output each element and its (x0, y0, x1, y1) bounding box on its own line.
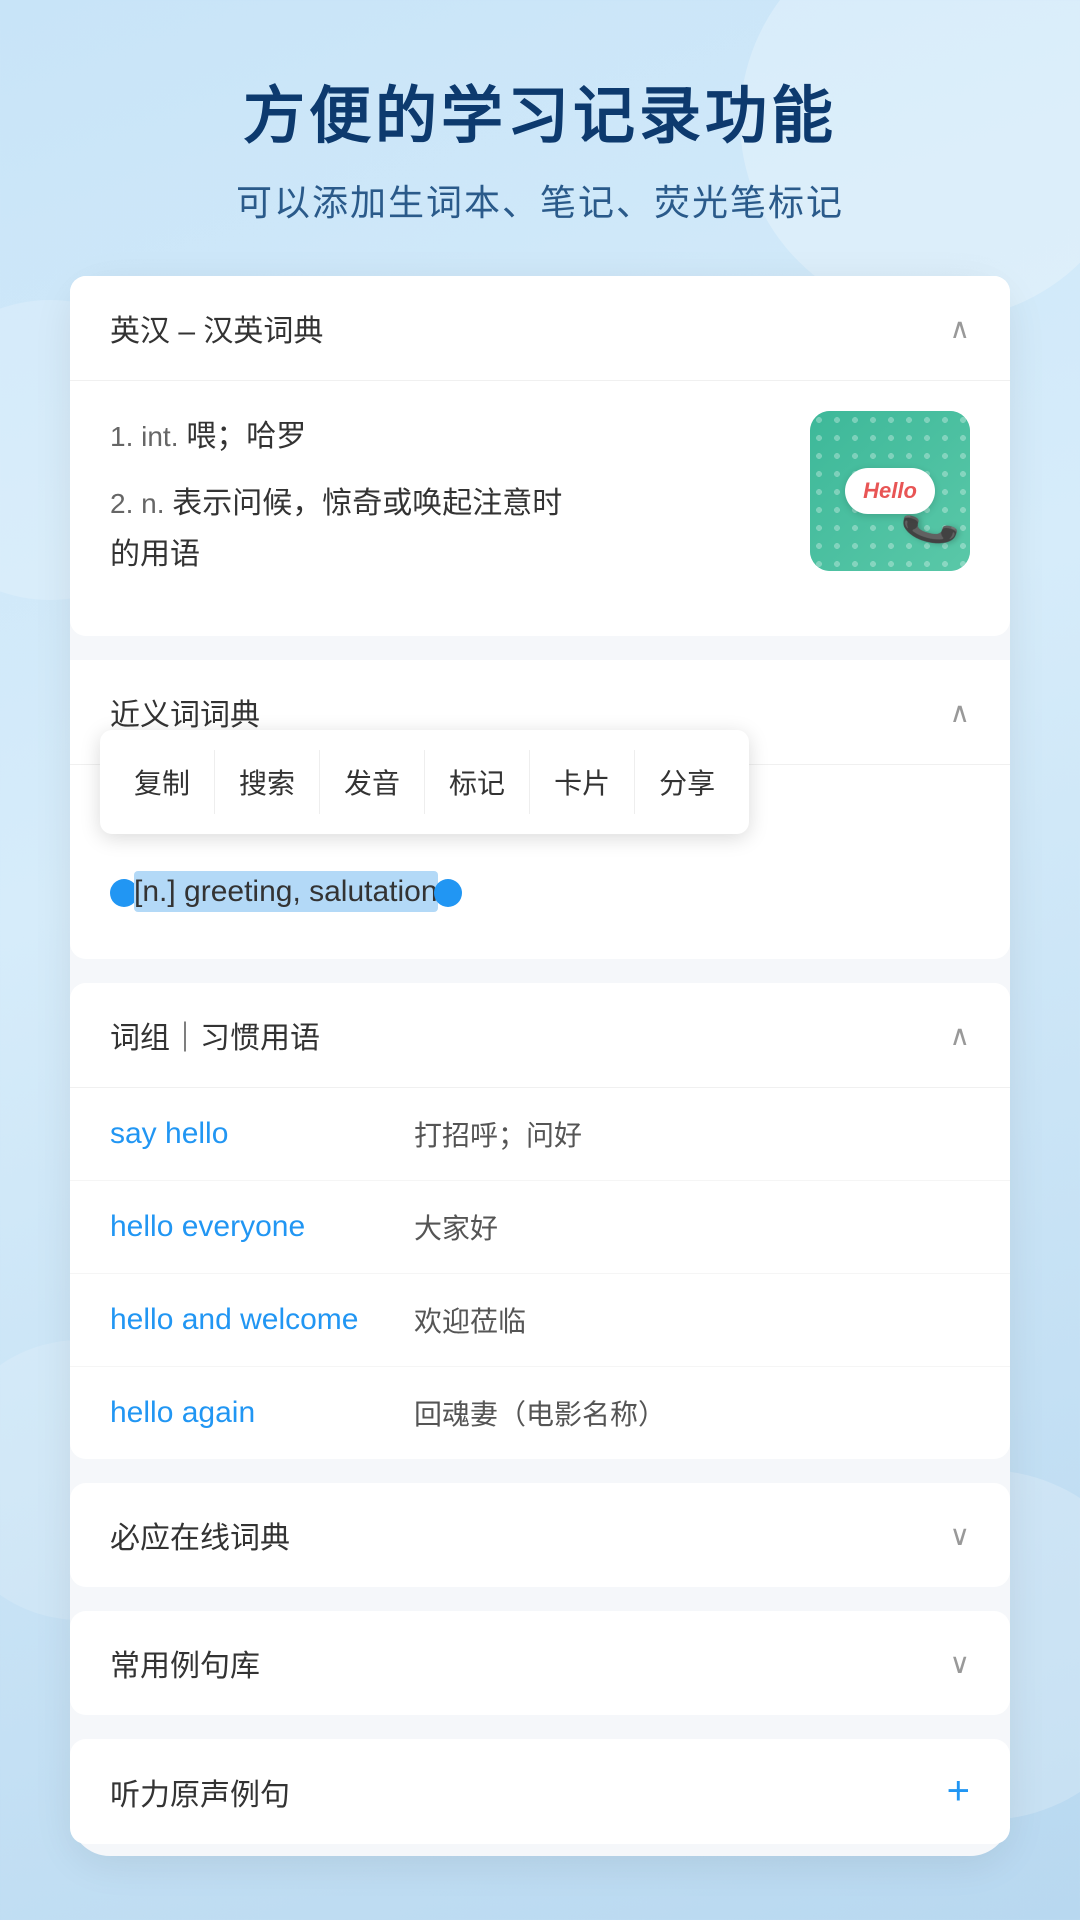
english-chinese-section-header[interactable]: 英汉 – 汉英词典 ∧ (70, 276, 1010, 381)
phrase-item-4[interactable]: hello again 回魂妻（电影名称） (70, 1367, 1010, 1459)
phrases-section-title: 词组｜习惯用语 (110, 1013, 320, 1057)
synonym-chevron-icon: ∧ (950, 696, 971, 729)
divider-4 (70, 1599, 1010, 1611)
phrase-cn-2: 大家好 (414, 1207, 498, 1247)
context-menu-share[interactable]: 分享 (635, 750, 739, 814)
context-menu-copy[interactable]: 复制 (110, 750, 215, 814)
divider-5 (70, 1727, 1010, 1739)
phrase-cn-3: 欢迎莅临 (414, 1300, 526, 1340)
english-chinese-dict-section: 英汉 – 汉英词典 ∧ 1. int. 喂；哈罗 2. n. 表示问候，惊奇或唤… (70, 276, 1010, 636)
phrase-en-4: hello again (110, 1396, 390, 1430)
header-section: 方便的学习记录功能 可以添加生词本、笔记、荧光笔标记 (176, 80, 904, 226)
divider-1 (70, 648, 1010, 660)
english-chinese-section-title: 英汉 – 汉英词典 (110, 306, 323, 350)
biying-dict-section: 必应在线词典 ∨ (70, 1483, 1010, 1587)
phrase-item-2[interactable]: hello everyone 大家好 (70, 1181, 1010, 1274)
def-number-1: 1. int. (110, 421, 186, 452)
context-menu-pronounce[interactable]: 发音 (320, 750, 425, 814)
dict-definitions: 1. int. 喂；哈罗 2. n. 表示问候，惊奇或唤起注意时的用语 (110, 411, 780, 596)
phrases-chevron-icon: ∧ (950, 1019, 971, 1052)
biying-chevron-icon: ∨ (950, 1519, 971, 1552)
context-menu: 复制 搜索 发音 标记 卡片 分享 (100, 730, 749, 834)
synonym-dict-section: 近义词词典 ∧ 复制 搜索 发音 标记 卡片 分享 [n.] greeting,… (70, 660, 1010, 959)
phrase-en-1: say hello (110, 1117, 390, 1151)
context-menu-card[interactable]: 卡片 (530, 750, 635, 814)
phrase-cn-4: 回魂妻（电影名称） (414, 1393, 666, 1433)
header-title: 方便的学习记录功能 (236, 80, 844, 154)
synonym-highlighted[interactable]: [n.] greeting, salutation (134, 871, 438, 912)
hello-image-inner: Hello 📞 (810, 411, 970, 571)
phrase-en-2: hello everyone (110, 1210, 390, 1244)
text-cursor-right (434, 879, 462, 907)
phrases-section-header[interactable]: 词组｜习惯用语 ∧ (70, 983, 1010, 1088)
audio-examples-section: 听力原声例句 + (70, 1739, 1010, 1844)
hello-image: Hello 📞 (810, 411, 970, 571)
divider-3 (70, 1471, 1010, 1483)
biying-section-header[interactable]: 必应在线词典 ∨ (70, 1483, 1010, 1587)
audio-examples-title: 听力原声例句 (110, 1770, 290, 1814)
english-chinese-chevron-icon: ∧ (950, 312, 971, 345)
main-card: 英汉 – 汉英词典 ∧ 1. int. 喂；哈罗 2. n. 表示问候，惊奇或唤… (70, 276, 1010, 1856)
audio-examples-header[interactable]: 听力原声例句 + (70, 1739, 1010, 1844)
divider-2 (70, 971, 1010, 983)
example-sentences-chevron-icon: ∨ (950, 1647, 971, 1680)
synonym-section-title: 近义词词典 (110, 690, 260, 734)
dict-def-2: 2. n. 表示问候，惊奇或唤起注意时的用语 (110, 478, 780, 580)
example-sentences-section: 常用例句库 ∨ (70, 1611, 1010, 1715)
content-wrapper: 方便的学习记录功能 可以添加生词本、笔记、荧光笔标记 英汉 – 汉英词典 ∧ 1… (0, 0, 1080, 1916)
biying-section-title: 必应在线词典 (110, 1513, 290, 1557)
phrase-cn-1: 打招呼；问好 (414, 1114, 582, 1154)
dict-def-1: 1. int. 喂；哈罗 (110, 411, 780, 462)
example-sentences-title: 常用例句库 (110, 1641, 260, 1685)
context-menu-search[interactable]: 搜索 (215, 750, 320, 814)
phrase-item-3[interactable]: hello and welcome 欢迎莅临 (70, 1274, 1010, 1367)
hello-bubble: Hello (845, 468, 935, 514)
example-sentences-header[interactable]: 常用例句库 ∨ (70, 1611, 1010, 1715)
dict-content: 1. int. 喂；哈罗 2. n. 表示问候，惊奇或唤起注意时的用语 Hell… (70, 381, 1010, 636)
header-subtitle: 可以添加生词本、笔记、荧光笔标记 (236, 174, 844, 226)
context-menu-mark[interactable]: 标记 (425, 750, 530, 814)
synonym-text: [n.] greeting, salutation (110, 865, 970, 919)
phrases-section: 词组｜习惯用语 ∧ say hello 打招呼；问好 hello everyon… (70, 983, 1010, 1459)
phrase-item-1[interactable]: say hello 打招呼；问好 (70, 1088, 1010, 1181)
def-number-2: 2. n. (110, 488, 172, 519)
phrase-en-3: hello and welcome (110, 1303, 390, 1337)
plus-icon[interactable]: + (947, 1769, 970, 1814)
